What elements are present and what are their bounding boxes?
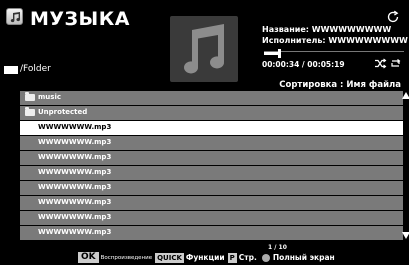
row-label: WWWWWWW.mp3	[38, 153, 112, 161]
repeat-icon[interactable]	[389, 58, 402, 69]
row-label: music	[38, 93, 61, 101]
p-key[interactable]: P	[227, 252, 237, 263]
track-artist: Исполнитель: WWWWWWWWW	[262, 36, 408, 45]
file-list: music Unprotected WWWWWWW.mp3 WWWWWWW.mp3 WW…	[20, 91, 403, 241]
file-row[interactable]: WWWWWWW.mp3	[20, 226, 403, 240]
file-row[interactable]: WWWWWWW.mp3	[20, 181, 403, 195]
shuffle-icon[interactable]	[374, 58, 387, 69]
row-label: WWWWWWW.mp3	[38, 198, 112, 206]
row-label: Unprotected	[38, 108, 88, 116]
progress-bar[interactable]	[264, 49, 404, 58]
playback-time: 00:00:34 / 00:05:19	[262, 60, 345, 69]
row-label: WWWWWWW.mp3	[38, 213, 112, 221]
ok-hint: Воспроизведение	[100, 254, 153, 261]
row-label: WWWWWWW.mp3	[38, 123, 112, 131]
music-browser-screen: МУЗЫКА /Folder Название: WWWWWWWWW Испол…	[0, 0, 409, 265]
quick-key[interactable]: QUICK	[155, 252, 184, 263]
track-title: Название: WWWWWWWWW	[262, 25, 392, 34]
quick-hint: Функции	[185, 253, 225, 262]
row-label: WWWWWWW.mp3	[38, 183, 112, 191]
folder-icon	[25, 107, 35, 116]
green-button-icon[interactable]	[261, 253, 270, 262]
file-row[interactable]: WWWWWWW.mp3	[20, 196, 403, 210]
page-indicator: 1 / 10	[268, 244, 287, 251]
file-row[interactable]: WWWWWWW.mp3	[20, 211, 403, 225]
footer-hints: OK Воспроизведение QUICK Функции P Стр. …	[78, 252, 338, 263]
folder-row[interactable]: Unprotected	[20, 106, 403, 120]
p-hint: Стр.	[238, 253, 257, 262]
file-row[interactable]: WWWWWWW.mp3	[20, 136, 403, 150]
scroll-down-arrow-icon[interactable]	[402, 232, 409, 239]
scroll-up-arrow-icon[interactable]	[402, 92, 409, 99]
sort-label: Сортировка : Имя файла	[279, 80, 401, 90]
file-row[interactable]: WWWWWWW.mp3	[20, 121, 403, 135]
page-title: МУЗЫКА	[30, 8, 130, 30]
folder-icon	[4, 65, 18, 74]
music-note-icon	[184, 24, 225, 74]
row-label: WWWWWWW.mp3	[38, 228, 112, 236]
refresh-icon	[387, 10, 399, 23]
row-label: WWWWWWW.mp3	[38, 168, 112, 176]
music-app-icon	[6, 8, 23, 25]
track-info: Название: WWWWWWWWW Исполнитель: WWWWWWW…	[262, 24, 408, 46]
album-art	[170, 16, 238, 82]
fullscreen-hint: Полный экран	[272, 253, 335, 262]
file-row[interactable]: WWWWWWW.mp3	[20, 166, 403, 180]
progress-fill	[264, 52, 279, 55]
folder-icon	[25, 92, 35, 101]
breadcrumb: /Folder	[4, 64, 51, 75]
ok-key[interactable]: OK	[78, 252, 99, 263]
progress-knob[interactable]	[277, 49, 281, 58]
file-row[interactable]: WWWWWWW.mp3	[20, 151, 403, 165]
folder-row[interactable]: music	[20, 91, 403, 105]
row-label: WWWWWWW.mp3	[38, 138, 112, 146]
breadcrumb-path: /Folder	[20, 64, 51, 74]
